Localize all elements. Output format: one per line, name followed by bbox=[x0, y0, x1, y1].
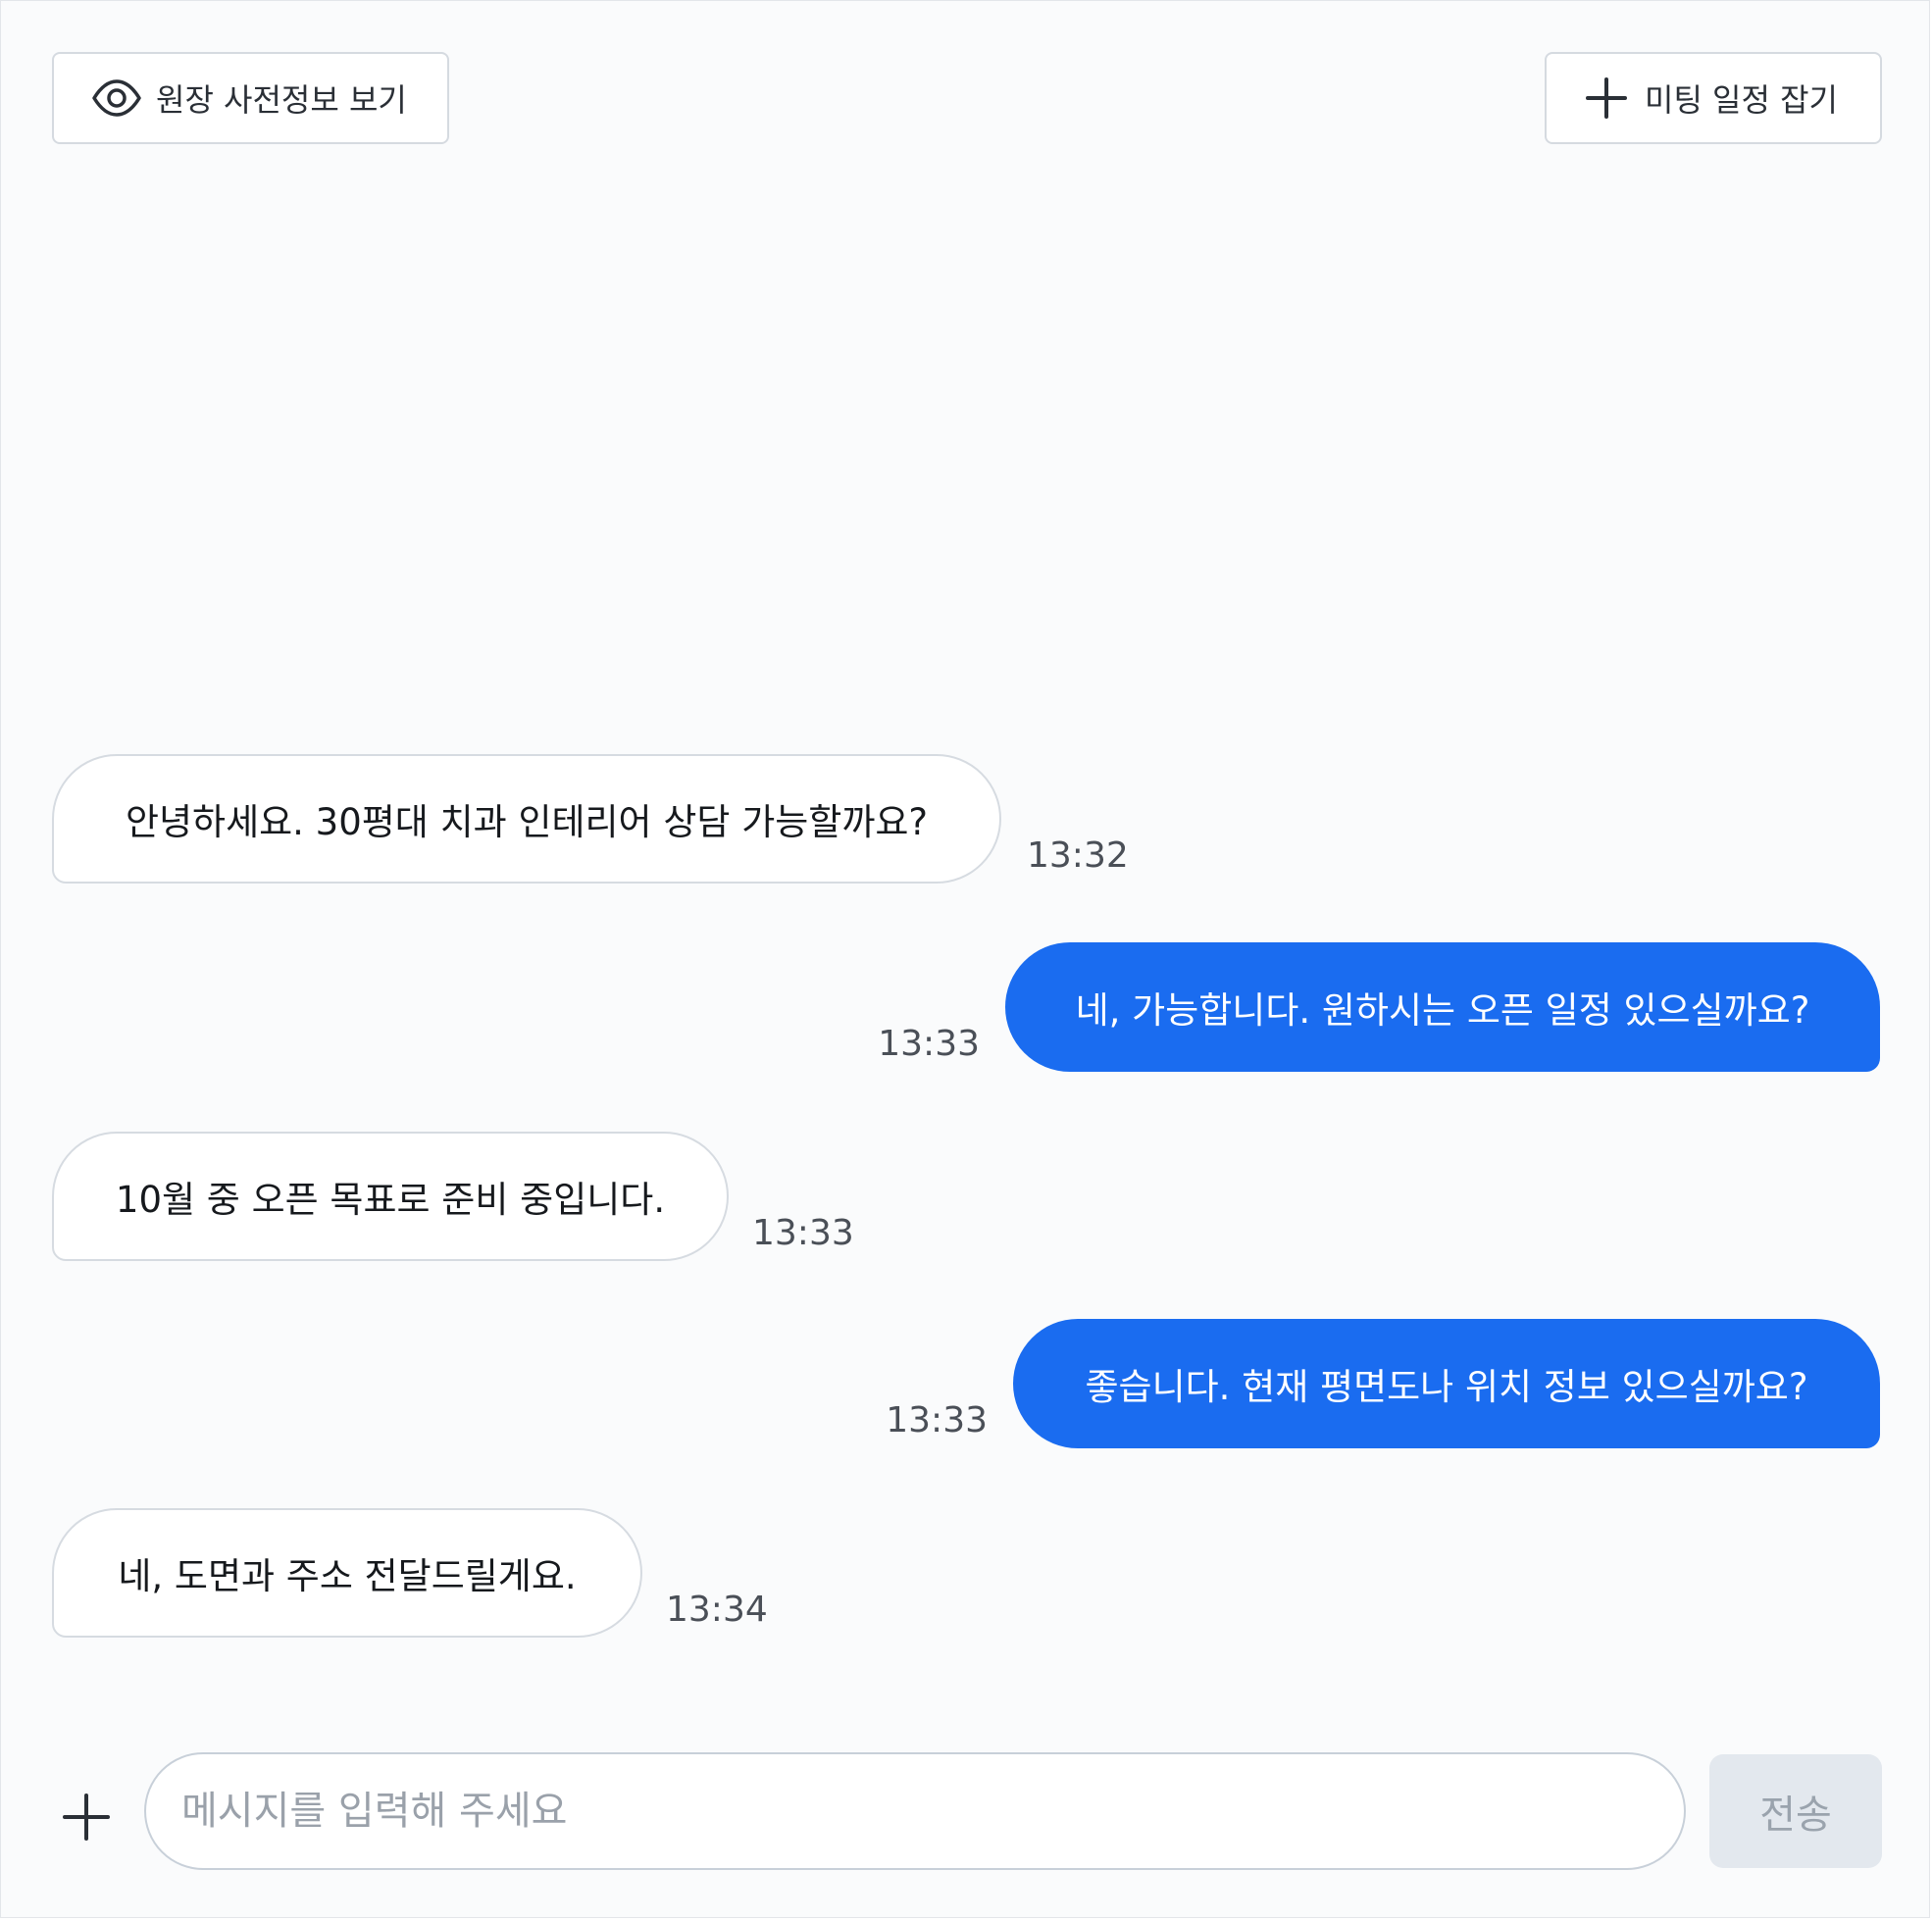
schedule-meeting-label: 미팅 일정 잡기 bbox=[1645, 81, 1838, 119]
message-time: 13:33 bbox=[886, 1400, 988, 1440]
schedule-meeting-button[interactable]: 미팅 일정 잡기 bbox=[1545, 52, 1882, 144]
plus-icon bbox=[63, 1794, 110, 1841]
message-row-incoming: 네, 도면과 주소 전달드릴게요. 13:34 bbox=[52, 1508, 768, 1638]
message-row-incoming: 안녕하세요. 30평대 치과 인테리어 상담 가능할까요? 13:32 bbox=[52, 754, 1129, 884]
message-bubble: 안녕하세요. 30평대 치과 인테리어 상담 가능할까요? bbox=[52, 754, 1001, 884]
message-row-incoming: 10월 중 오픈 목표로 준비 중입니다. 13:33 bbox=[52, 1132, 854, 1261]
message-input[interactable] bbox=[144, 1752, 1686, 1870]
chat-window: 원장 사전정보 보기 미팅 일정 잡기 안녕하세요. 30평대 치과 인테리어 … bbox=[0, 0, 1930, 1918]
message-row-outgoing: 13:33 좋습니다. 현재 평면도나 위치 정보 있으실까요? bbox=[886, 1319, 1880, 1448]
message-bubble: 네, 도면과 주소 전달드릴게요. bbox=[52, 1508, 642, 1638]
plus-icon bbox=[1586, 77, 1627, 119]
message-time: 13:34 bbox=[666, 1590, 768, 1630]
message-row-outgoing: 13:33 네, 가능합니다. 원하시는 오픈 일정 있으실까요? bbox=[878, 942, 1880, 1072]
message-bubble: 10월 중 오픈 목표로 준비 중입니다. bbox=[52, 1132, 729, 1261]
message-bubble: 좋습니다. 현재 평면도나 위치 정보 있으실까요? bbox=[1013, 1319, 1880, 1448]
message-time: 13:33 bbox=[878, 1024, 980, 1064]
attach-button[interactable] bbox=[58, 1789, 115, 1845]
message-time: 13:32 bbox=[1027, 835, 1129, 876]
send-button[interactable]: 전송 bbox=[1709, 1754, 1882, 1868]
eye-icon bbox=[91, 78, 142, 118]
view-director-info-label: 원장 사전정보 보기 bbox=[156, 81, 407, 119]
message-bubble: 네, 가능합니다. 원하시는 오픈 일정 있으실까요? bbox=[1005, 942, 1880, 1072]
message-time: 13:33 bbox=[752, 1213, 854, 1253]
view-director-info-button[interactable]: 원장 사전정보 보기 bbox=[52, 52, 449, 144]
